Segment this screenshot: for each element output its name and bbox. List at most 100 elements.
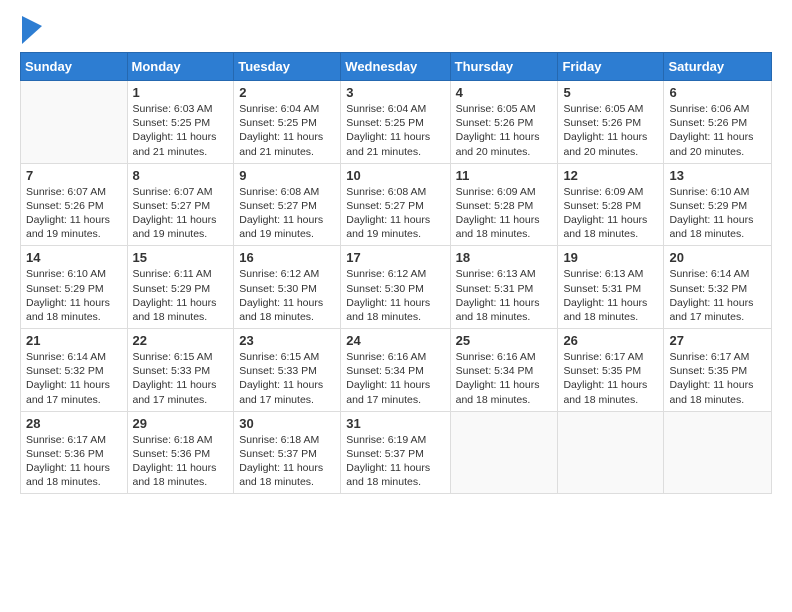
sunset-text: Sunset: 5:33 PM	[133, 364, 229, 378]
sunset-text: Sunset: 5:36 PM	[133, 447, 229, 461]
sunrise-text: Sunrise: 6:15 AM	[239, 350, 335, 364]
weekday-header-thursday: Thursday	[450, 53, 558, 81]
calendar-table: SundayMondayTuesdayWednesdayThursdayFrid…	[20, 52, 772, 494]
sunset-text: Sunset: 5:37 PM	[346, 447, 444, 461]
sunrise-text: Sunrise: 6:03 AM	[133, 102, 229, 116]
sunset-text: Sunset: 5:29 PM	[133, 282, 229, 296]
sunset-text: Sunset: 5:33 PM	[239, 364, 335, 378]
sunset-text: Sunset: 5:30 PM	[346, 282, 444, 296]
calendar-cell: 12Sunrise: 6:09 AMSunset: 5:28 PMDayligh…	[558, 163, 664, 246]
daylight-text: Daylight: 11 hours and 19 minutes.	[346, 213, 444, 241]
sunset-text: Sunset: 5:30 PM	[239, 282, 335, 296]
sunset-text: Sunset: 5:26 PM	[669, 116, 766, 130]
calendar-cell: 25Sunrise: 6:16 AMSunset: 5:34 PMDayligh…	[450, 329, 558, 412]
calendar-cell: 13 Sunrise: 6:10 AMSunset: 5:29 PMDayligh…	[664, 163, 772, 246]
daylight-text: Daylight: 11 hours and 17 minutes.	[346, 378, 444, 406]
sunrise-text: Sunrise: 6:05 AM	[563, 102, 658, 116]
day-number: 17	[346, 250, 444, 265]
day-number: 31	[346, 416, 444, 431]
calendar-cell: 9Sunrise: 6:08 AMSunset: 5:27 PMDaylight…	[234, 163, 341, 246]
calendar-cell: 17Sunrise: 6:12 AMSunset: 5:30 PMDayligh…	[341, 246, 450, 329]
sunset-text: Sunset: 5:25 PM	[239, 116, 335, 130]
calendar-cell: 1Sunrise: 6:03 AMSunset: 5:25 PMDaylight…	[127, 81, 234, 164]
daylight-text: Daylight: 11 hours and 17 minutes.	[669, 296, 766, 324]
sunrise-text: Sunrise: 6:14 AM	[26, 350, 122, 364]
daylight-text: Daylight: 11 hours and 18 minutes.	[239, 296, 335, 324]
calendar-cell: 6Sunrise: 6:06 AMSunset: 5:26 PMDaylight…	[664, 81, 772, 164]
sunrise-text: Sunrise: 6:10 AM	[669, 185, 766, 199]
day-number: 5	[563, 85, 658, 100]
weekday-header-sunday: Sunday	[21, 53, 128, 81]
day-number: 27	[669, 333, 766, 348]
sunset-text: Sunset: 5:29 PM	[669, 199, 766, 213]
daylight-text: Daylight: 11 hours and 20 minutes.	[669, 130, 766, 158]
weekday-header-tuesday: Tuesday	[234, 53, 341, 81]
day-number: 26	[563, 333, 658, 348]
day-number: 18	[456, 250, 553, 265]
sunrise-text: Sunrise: 6:17 AM	[669, 350, 766, 364]
day-number: 13	[669, 168, 766, 183]
day-number: 15	[133, 250, 229, 265]
sunrise-text: Sunrise: 6:18 AM	[239, 433, 335, 447]
sunset-text: Sunset: 5:26 PM	[26, 199, 122, 213]
day-number: 19	[563, 250, 658, 265]
calendar-cell: 20Sunrise: 6:14 AMSunset: 5:32 PMDayligh…	[664, 246, 772, 329]
day-number: 21	[26, 333, 122, 348]
calendar-cell: 22Sunrise: 6:15 AMSunset: 5:33 PMDayligh…	[127, 329, 234, 412]
day-number: 30	[239, 416, 335, 431]
day-number: 29	[133, 416, 229, 431]
sunrise-text: Sunrise: 6:04 AM	[239, 102, 335, 116]
daylight-text: Daylight: 11 hours and 17 minutes.	[239, 378, 335, 406]
sunset-text: Sunset: 5:28 PM	[456, 199, 553, 213]
daylight-text: Daylight: 11 hours and 18 minutes.	[669, 213, 766, 241]
sunrise-text: Sunrise: 6:18 AM	[133, 433, 229, 447]
calendar-cell: 19Sunrise: 6:13 AMSunset: 5:31 PMDayligh…	[558, 246, 664, 329]
calendar-cell	[21, 81, 128, 164]
daylight-text: Daylight: 11 hours and 18 minutes.	[669, 378, 766, 406]
calendar-cell: 31Sunrise: 6:19 AMSunset: 5:37 PMDayligh…	[341, 411, 450, 494]
calendar-cell: 15Sunrise: 6:11 AMSunset: 5:29 PMDayligh…	[127, 246, 234, 329]
sunrise-text: Sunrise: 6:13 AM	[563, 267, 658, 281]
sunrise-text: Sunrise: 6:19 AM	[346, 433, 444, 447]
day-number: 12	[563, 168, 658, 183]
sunset-text: Sunset: 5:36 PM	[26, 447, 122, 461]
weekday-header-friday: Friday	[558, 53, 664, 81]
sunset-text: Sunset: 5:28 PM	[563, 199, 658, 213]
calendar-cell: 4Sunrise: 6:05 AMSunset: 5:26 PMDaylight…	[450, 81, 558, 164]
daylight-text: Daylight: 11 hours and 20 minutes.	[563, 130, 658, 158]
sunrise-text: Sunrise: 6:13 AM	[456, 267, 553, 281]
sunset-text: Sunset: 5:25 PM	[346, 116, 444, 130]
sunrise-text: Sunrise: 6:06 AM	[669, 102, 766, 116]
sunrise-text: Sunrise: 6:14 AM	[669, 267, 766, 281]
sunrise-text: Sunrise: 6:16 AM	[346, 350, 444, 364]
calendar-cell: 7Sunrise: 6:07 AMSunset: 5:26 PMDaylight…	[21, 163, 128, 246]
weekday-header-wednesday: Wednesday	[341, 53, 450, 81]
sunset-text: Sunset: 5:32 PM	[26, 364, 122, 378]
day-number: 11	[456, 168, 553, 183]
sunrise-text: Sunrise: 6:05 AM	[456, 102, 553, 116]
sunrise-text: Sunrise: 6:04 AM	[346, 102, 444, 116]
sunset-text: Sunset: 5:37 PM	[239, 447, 335, 461]
sunrise-text: Sunrise: 6:09 AM	[456, 185, 553, 199]
sunrise-text: Sunrise: 6:15 AM	[133, 350, 229, 364]
daylight-text: Daylight: 11 hours and 18 minutes.	[563, 213, 658, 241]
sunset-text: Sunset: 5:35 PM	[669, 364, 766, 378]
daylight-text: Daylight: 11 hours and 17 minutes.	[133, 378, 229, 406]
page-header	[20, 16, 772, 44]
calendar-cell: 30Sunrise: 6:18 AMSunset: 5:37 PMDayligh…	[234, 411, 341, 494]
calendar-cell	[450, 411, 558, 494]
calendar-cell: 11Sunrise: 6:09 AMSunset: 5:28 PMDayligh…	[450, 163, 558, 246]
sunset-text: Sunset: 5:27 PM	[239, 199, 335, 213]
sunrise-text: Sunrise: 6:07 AM	[26, 185, 122, 199]
calendar-cell: 26Sunrise: 6:17 AMSunset: 5:35 PMDayligh…	[558, 329, 664, 412]
daylight-text: Daylight: 11 hours and 21 minutes.	[239, 130, 335, 158]
day-number: 2	[239, 85, 335, 100]
calendar-week-row: 14Sunrise: 6:10 AMSunset: 5:29 PMDayligh…	[21, 246, 772, 329]
day-number: 10	[346, 168, 444, 183]
calendar-cell: 5Sunrise: 6:05 AMSunset: 5:26 PMDaylight…	[558, 81, 664, 164]
sunset-text: Sunset: 5:27 PM	[133, 199, 229, 213]
day-number: 14	[26, 250, 122, 265]
calendar-cell: 2 Sunrise: 6:04 AMSunset: 5:25 PMDaylight…	[234, 81, 341, 164]
calendar-week-row: 1Sunrise: 6:03 AMSunset: 5:25 PMDaylight…	[21, 81, 772, 164]
sunset-text: Sunset: 5:32 PM	[669, 282, 766, 296]
